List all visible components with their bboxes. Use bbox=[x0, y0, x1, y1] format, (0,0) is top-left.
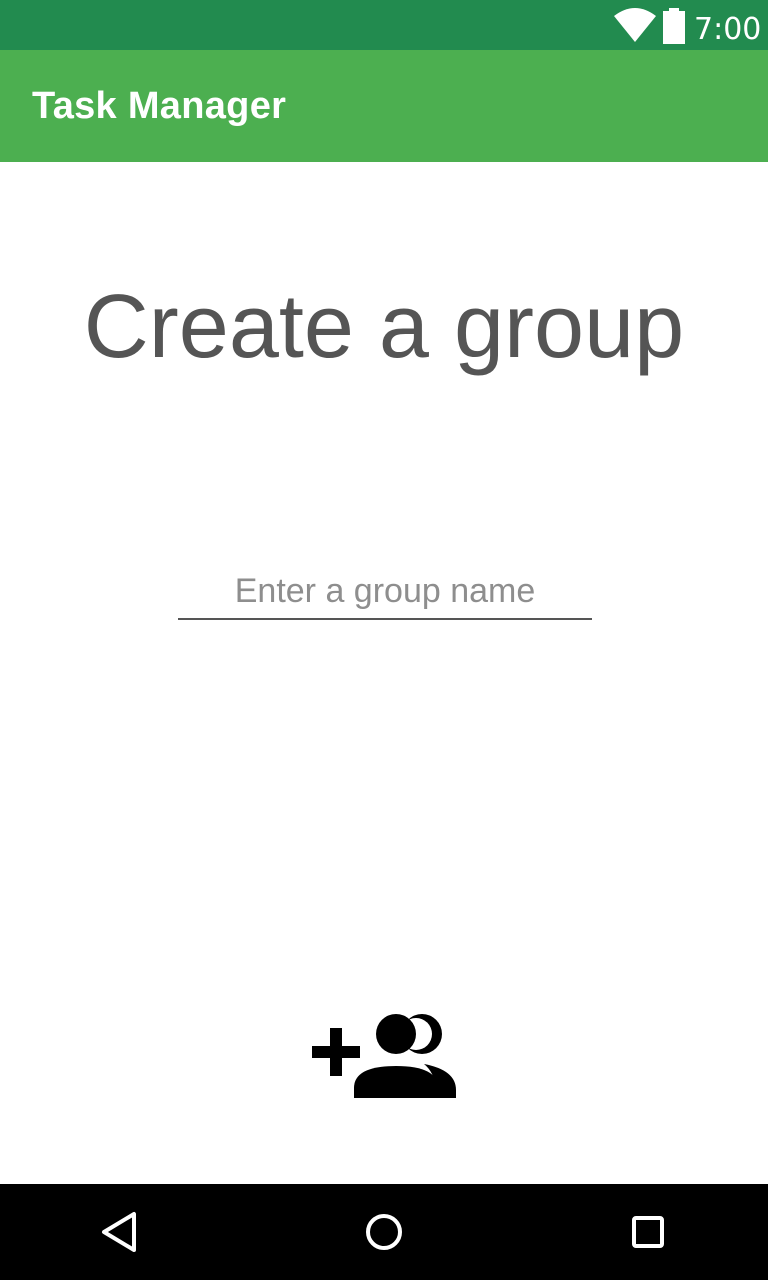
group-add-icon bbox=[308, 1008, 460, 1100]
app-bar: Task Manager bbox=[0, 50, 768, 162]
app-title: Task Manager bbox=[32, 85, 287, 127]
status-time: 7:00 bbox=[694, 12, 762, 47]
home-button[interactable] bbox=[354, 1202, 414, 1262]
home-icon bbox=[354, 1202, 414, 1262]
recents-icon bbox=[618, 1202, 678, 1262]
battery-icon bbox=[662, 8, 686, 44]
wifi-icon bbox=[614, 8, 656, 42]
page-title: Create a group bbox=[83, 277, 685, 377]
back-button[interactable] bbox=[90, 1202, 150, 1262]
main-content: Create a group bbox=[0, 162, 768, 1184]
add-group-button[interactable] bbox=[308, 1008, 460, 1100]
status-bar: 7:00 bbox=[0, 0, 768, 50]
group-name-input[interactable] bbox=[178, 564, 592, 620]
recents-button[interactable] bbox=[618, 1202, 678, 1262]
navigation-bar bbox=[0, 1184, 768, 1280]
back-icon bbox=[90, 1202, 150, 1262]
